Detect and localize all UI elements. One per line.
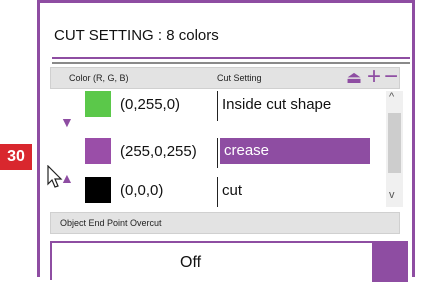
rgb-value: (255,0,255) [120,143,197,160]
scroll-down-icon[interactable]: v [389,189,395,201]
cut-setting-value[interactable]: Inside cut shape [222,96,331,113]
color-swatch [85,177,111,203]
add-icon[interactable]: + [367,65,381,89]
header-color: Color (R, G, B) [69,73,129,83]
overcut-header: Object End Point Overcut [50,212,400,234]
callout-badge: 30 [0,144,32,170]
color-swatch [85,138,111,164]
overcut-label: Object End Point Overcut [60,218,162,228]
divider [52,62,410,64]
color-swatch [85,91,111,117]
cut-setting-panel: CUT SETTING : 8 colors Color (R, G, B) C… [37,0,415,282]
column-separator [217,91,218,121]
header-cut-setting: Cut Setting [217,73,262,83]
toggle-switch[interactable] [372,241,408,282]
remove-icon[interactable]: − [384,65,398,89]
rgb-value: (0,0,0) [120,182,164,199]
column-separator [217,138,218,168]
divider [52,57,410,59]
cut-setting-value[interactable]: crease [220,138,370,164]
move-top-icon[interactable]: ⏏ [346,68,362,88]
list-item[interactable]: (0,0,0) cut [50,177,380,207]
color-list[interactable]: ▼ (0,255,0) Inside cut shape (255,0,255)… [50,91,400,207]
rgb-value: (0,255,0) [120,96,181,113]
header-actions: ⏏ + − [346,65,410,89]
list-scrollbar[interactable]: ^ v [386,91,403,207]
cut-setting-value[interactable]: cut [222,182,242,199]
scroll-thumb[interactable] [388,113,401,173]
column-separator [217,177,218,207]
panel-title: CUT SETTING : 8 colors [54,27,219,44]
mouse-cursor-icon [47,165,63,188]
list-item[interactable]: (0,255,0) Inside cut shape [50,91,380,121]
overcut-value: Off [180,254,202,271]
overcut-toggle[interactable]: Off [50,241,408,282]
scroll-up-icon[interactable]: ^ [389,91,394,103]
list-item[interactable]: (255,0,255) crease [50,138,380,168]
